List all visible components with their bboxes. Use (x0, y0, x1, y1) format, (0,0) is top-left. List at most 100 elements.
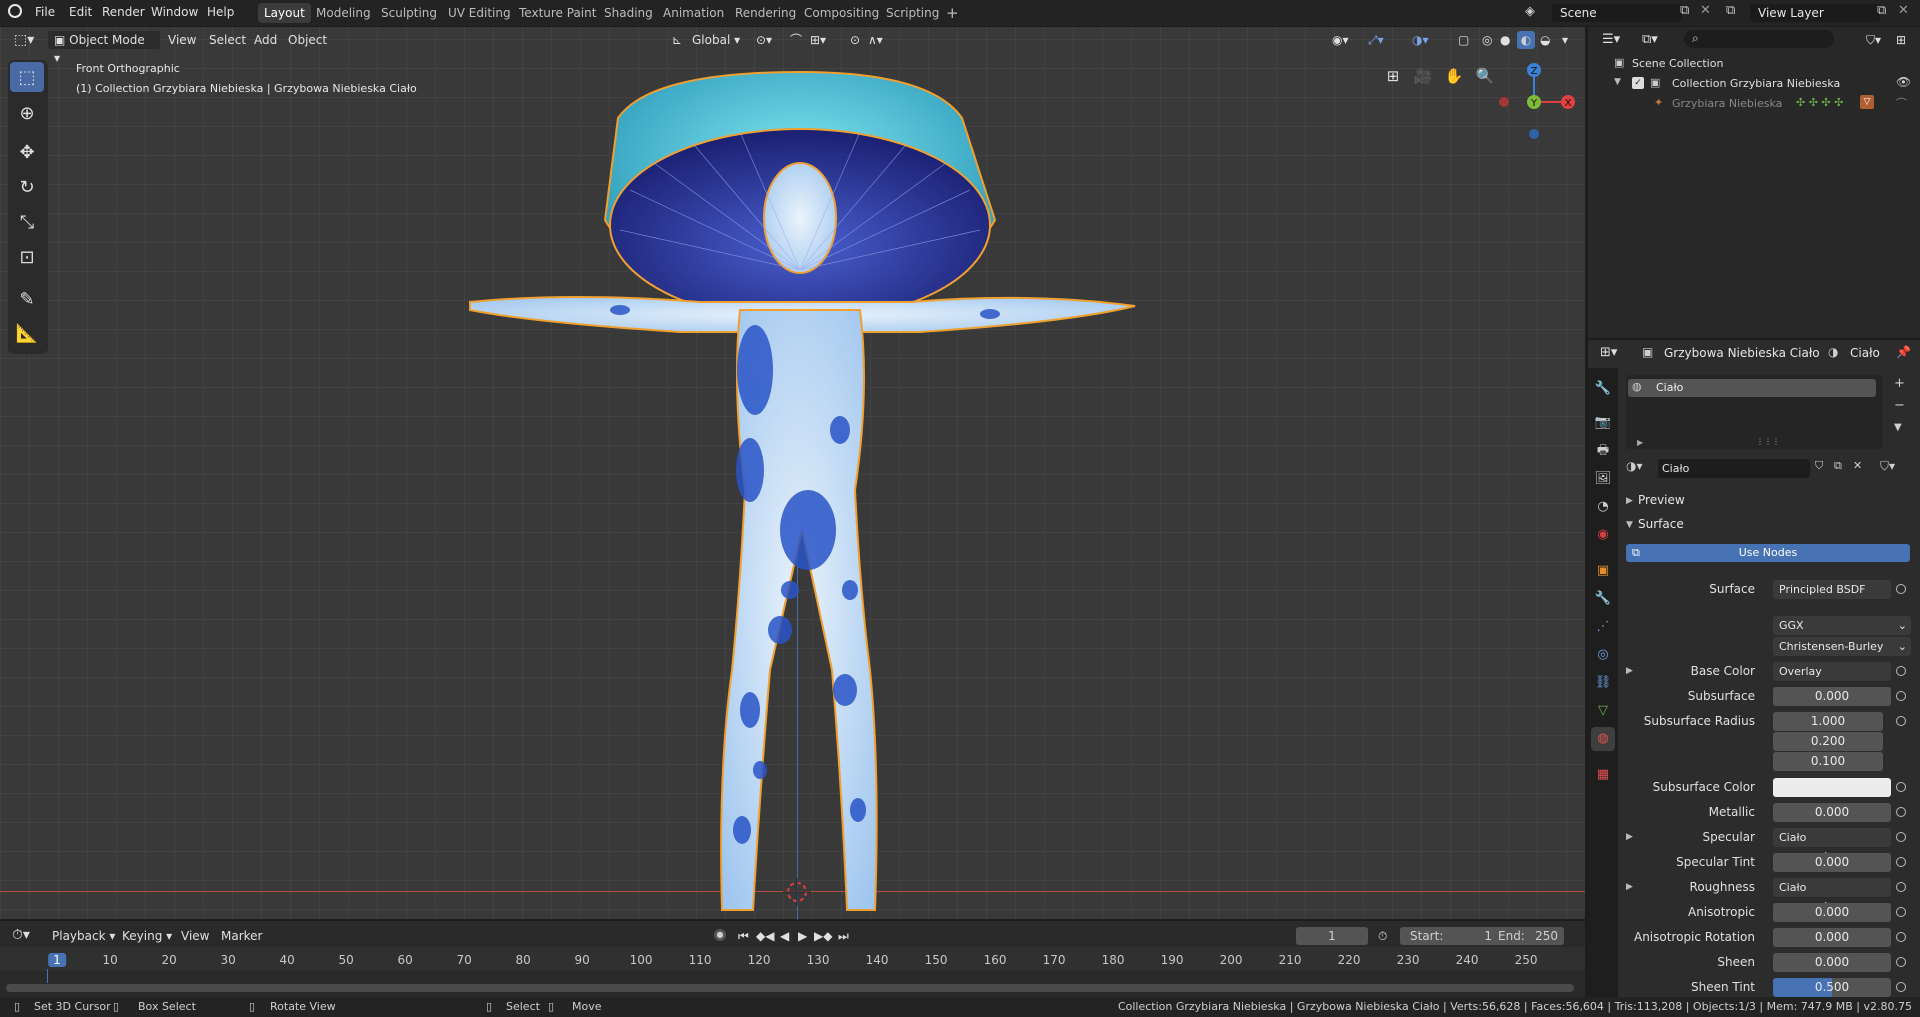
browse-material-icon[interactable]: ◑▾ (1626, 459, 1643, 473)
outliner-editor-icon[interactable]: ☰▾ (1602, 31, 1620, 49)
end-frame-field[interactable]: End: 250 (1492, 927, 1564, 945)
distribution-dropdown[interactable]: GGX ⌄ (1773, 616, 1911, 635)
menu-select[interactable]: Select (209, 31, 246, 49)
timeline-scrollbar[interactable] (6, 984, 1574, 992)
toggle-camera-grid-icon[interactable]: ⊞ (1380, 63, 1406, 89)
tab-animation[interactable]: Animation (657, 3, 730, 23)
surface-shader-dropdown[interactable]: Principled BSDF (1773, 580, 1891, 599)
numeric-field[interactable]: 0.100 (1773, 752, 1883, 771)
material-shading-icon[interactable]: ◐ (1517, 31, 1535, 49)
numeric-field[interactable]: 0.500 (1773, 978, 1891, 997)
pivot-icon[interactable]: ⊙▾ (756, 31, 772, 49)
slot-list-expand-icon[interactable]: ▶ (1637, 438, 1643, 447)
rendered-shading-icon[interactable]: ◒ (1540, 31, 1550, 49)
socket-icon[interactable] (1896, 666, 1906, 676)
new-collection-icon[interactable]: ⊞ (1896, 31, 1906, 49)
overlay-icon[interactable]: ◑▾ (1412, 31, 1429, 49)
remove-scene-icon[interactable]: ✕ (1700, 3, 1711, 18)
menu-view[interactable]: View (168, 31, 196, 49)
menu-edit[interactable]: Edit (69, 5, 92, 19)
menu-marker[interactable]: Marker (221, 927, 262, 945)
editor-type-icon[interactable]: ⬚▾ (14, 31, 34, 49)
menu-object[interactable]: Object (288, 31, 327, 49)
shading-options-icon[interactable]: ▾ (1562, 31, 1568, 49)
color-swatch[interactable] (1773, 778, 1891, 797)
camera-view-icon[interactable]: 🎥 (1410, 63, 1436, 89)
falloff-icon[interactable]: ∧▾ (868, 31, 883, 49)
add-workspace-icon[interactable]: + (940, 3, 965, 23)
numeric-field[interactable]: 0.000 (1773, 687, 1891, 706)
tab-shading[interactable]: Shading (598, 3, 659, 23)
world-tab-icon[interactable]: ◉ (1594, 526, 1612, 544)
output-tab-icon[interactable]: 🖶 (1594, 442, 1612, 460)
annotate-icon[interactable]: ✎ (10, 284, 44, 314)
menu-window[interactable]: Window (151, 5, 198, 19)
timeline-editor-icon[interactable]: ⏱▾ (12, 926, 30, 944)
remove-slot-icon[interactable]: − (1894, 398, 1905, 413)
scene-tab-icon[interactable]: ◔ (1594, 498, 1612, 516)
socket-icon[interactable] (1896, 932, 1906, 942)
scene-collection-label[interactable]: Scene Collection (1632, 57, 1723, 70)
socket-icon[interactable] (1896, 832, 1906, 842)
play-icon[interactable]: ▶ (798, 927, 807, 945)
numeric-field[interactable]: 1.000 (1773, 712, 1883, 731)
properties-editor-icon[interactable]: ⊞▾ (1600, 344, 1617, 362)
outliner-search-input[interactable]: ⌕ (1684, 30, 1834, 48)
current-frame-field[interactable]: 1 (1296, 927, 1368, 945)
menu-file[interactable]: File (35, 5, 55, 19)
numeric-field[interactable]: 0.000 (1773, 903, 1891, 922)
surface-expand-icon[interactable]: ▼ (1626, 520, 1633, 530)
add-slot-icon[interactable]: + (1894, 376, 1905, 391)
tab-modeling[interactable]: Modeling (310, 3, 377, 23)
visibility-icon[interactable]: ◉▾ (1332, 31, 1349, 49)
duplicate-material-icon[interactable]: ⧉ (1834, 459, 1842, 473)
socket-icon[interactable] (1896, 716, 1906, 726)
numeric-field[interactable]: 0.000 (1773, 853, 1891, 872)
auto-keying-icon[interactable]: ⏱ (1378, 927, 1387, 945)
tab-scripting[interactable]: Scripting (880, 3, 945, 23)
proportional-edit-icon[interactable]: ⊙ (850, 31, 860, 49)
menu-timeline-view[interactable]: View (181, 927, 209, 945)
node-link-icon[interactable]: ⛉▾ (1880, 459, 1895, 474)
character-model[interactable] (450, 70, 1150, 915)
expand-collection-icon[interactable]: ▼ (1614, 77, 1621, 87)
render-tab-icon[interactable]: 📷 (1594, 414, 1612, 432)
socket-icon[interactable] (1896, 782, 1906, 792)
record-icon[interactable]: ● (714, 929, 726, 941)
navigation-gizmo[interactable]: Z Y X (1488, 58, 1578, 148)
cursor-icon[interactable]: ⊕ (10, 98, 44, 128)
socket-icon[interactable] (1896, 907, 1906, 917)
object-visibility-icon[interactable]: ⌒ (1896, 95, 1907, 111)
unlink-material-icon[interactable]: ✕ (1853, 459, 1862, 472)
pin-icon[interactable]: 📌 (1896, 345, 1911, 359)
scene-field[interactable]: Scene (1552, 4, 1682, 22)
tool-tab-icon[interactable]: 🔧 (1594, 380, 1612, 398)
jump-end-icon[interactable]: ⏭ (838, 927, 849, 945)
subsurface-method-dropdown[interactable]: Christensen-Burley ⌄ (1773, 637, 1911, 656)
numeric-field[interactable]: 0.000 (1773, 953, 1891, 972)
new-scene-icon[interactable]: ⧉ (1680, 3, 1689, 18)
menu-playback[interactable]: Playback ▾ (52, 927, 115, 945)
numeric-field[interactable]: 0.200 (1773, 732, 1883, 751)
tab-texture-paint[interactable]: Texture Paint (513, 3, 602, 23)
axis-neg-x-icon[interactable] (1499, 97, 1509, 107)
preview-panel-header[interactable]: Preview (1638, 493, 1685, 507)
move-icon[interactable]: ✥ (10, 137, 44, 167)
jump-start-icon[interactable]: ⏮ (738, 927, 749, 945)
socket-icon[interactable] (1896, 691, 1906, 701)
socket-icon[interactable] (1896, 857, 1906, 867)
xray-icon[interactable]: ▢ (1458, 31, 1469, 49)
start-frame-field[interactable]: Start: 1 (1400, 927, 1502, 945)
socket-icon[interactable] (1896, 807, 1906, 817)
tab-rendering[interactable]: Rendering (729, 3, 802, 23)
axis-neg-z-icon[interactable] (1529, 129, 1539, 139)
resize-handle-icon[interactable]: ⋮⋮⋮ (1756, 437, 1780, 446)
surface-panel-header[interactable]: Surface (1638, 517, 1684, 531)
wireframe-shading-icon[interactable]: ◎ (1482, 31, 1492, 49)
menu-help[interactable]: Help (207, 5, 234, 19)
object-label[interactable]: Grzybiara Niebieska (1672, 97, 1782, 110)
socket-icon[interactable] (1896, 882, 1906, 892)
tab-sculpting[interactable]: Sculpting (375, 3, 443, 23)
view-layer-field[interactable]: View Layer (1750, 4, 1880, 22)
measure-icon[interactable]: 📐 (10, 318, 44, 348)
